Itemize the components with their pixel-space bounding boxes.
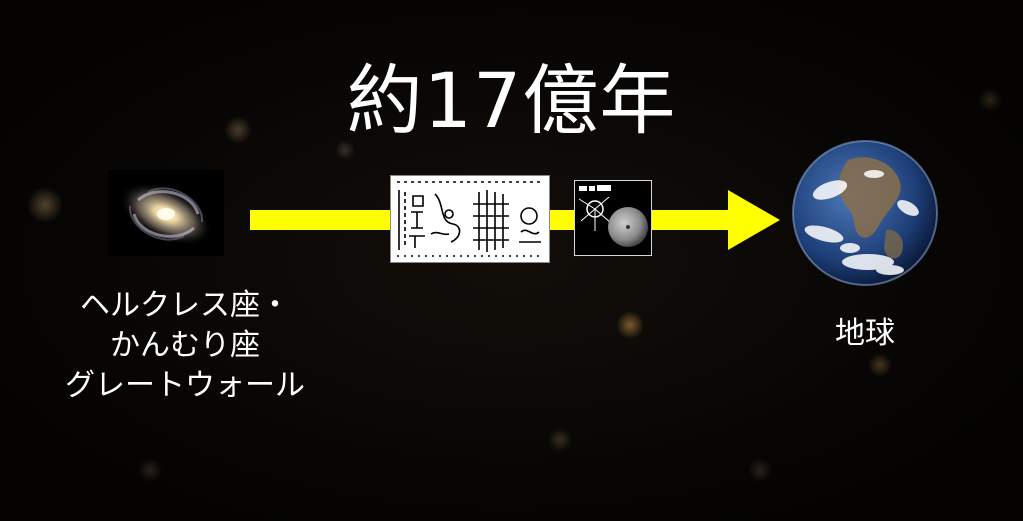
source-label: ヘルクレス座・ かんむり座 グレートウォール [20, 286, 350, 406]
galaxy-icon [108, 170, 224, 256]
space-background: 約17億年 ヘルクレス座・ かんむり座 グレートウォール 地球 [0, 0, 1023, 521]
source-label-line-3: グレートウォール [65, 368, 305, 403]
duration-title: 約17億年 [346, 56, 677, 145]
pioneer-plaque-icon [390, 175, 550, 263]
earth-icon [792, 140, 938, 286]
source-label-line-1: ヘルクレス座・ [80, 288, 290, 323]
destination-label: 地球 [835, 316, 895, 351]
voyager-record-icon [574, 180, 652, 256]
source-label-line-2: かんむり座 [110, 328, 260, 363]
